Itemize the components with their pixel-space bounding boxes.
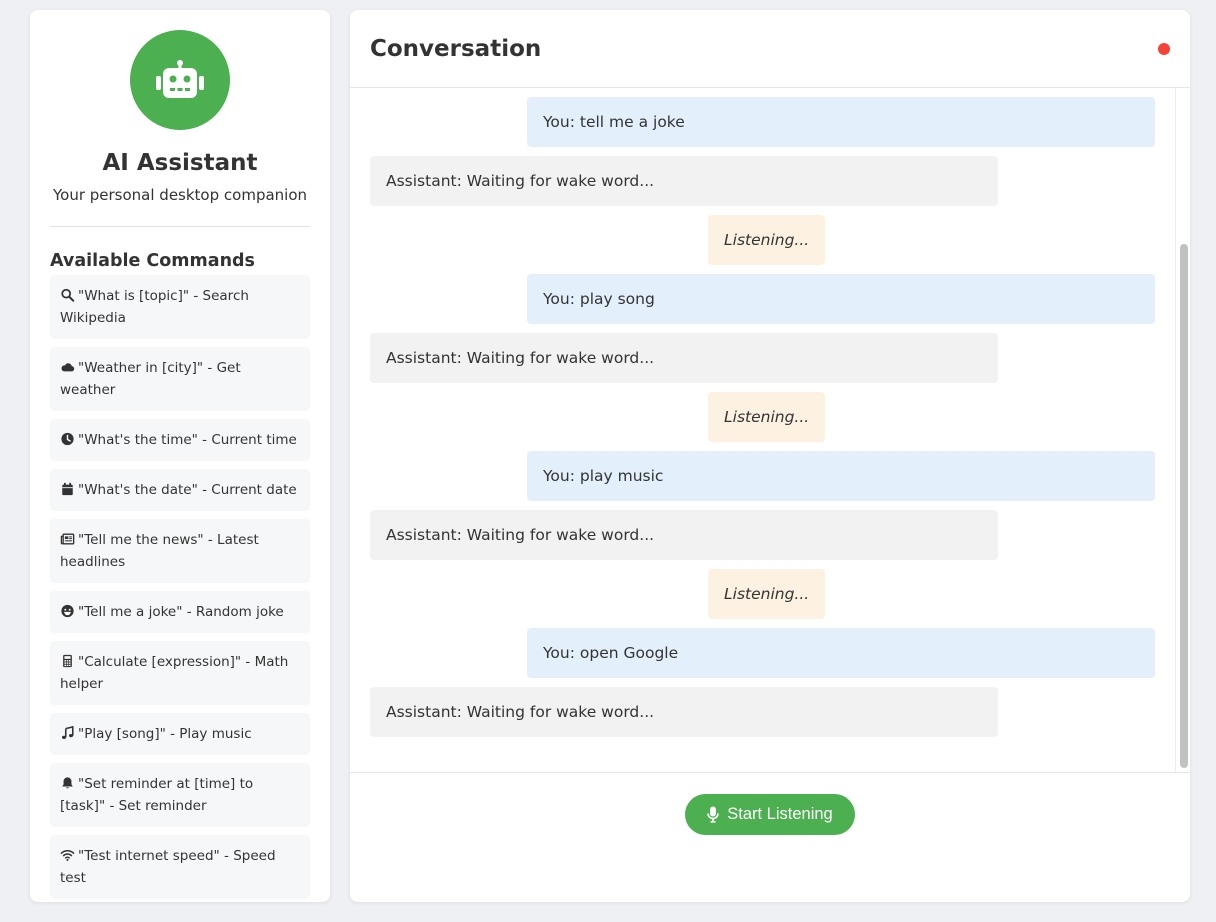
calendar-icon bbox=[60, 482, 75, 496]
chat-scrollbar[interactable] bbox=[1175, 88, 1189, 772]
command-list: "What is [topic]" - Search Wikipedia "We… bbox=[50, 275, 310, 899]
command-text: "Weather in [city]" - Get weather bbox=[60, 360, 241, 398]
wifi-icon bbox=[60, 848, 75, 862]
command-text: "Tell me the news" - Latest headlines bbox=[60, 532, 259, 570]
music-icon bbox=[60, 726, 75, 740]
command-item-weather: "Weather in [city]" - Get weather bbox=[50, 347, 310, 411]
command-item-music: "Play [song]" - Play music bbox=[50, 713, 310, 755]
command-item-speedtest: "Test internet speed" - Speed test bbox=[50, 835, 310, 899]
user-message: You: play music bbox=[527, 451, 1155, 501]
command-text: "What is [topic]" - Search Wikipedia bbox=[60, 288, 249, 326]
command-item-search: "What is [topic]" - Search Wikipedia bbox=[50, 275, 310, 339]
conversation-panel: Conversation You: tell me a joke Assista… bbox=[350, 10, 1190, 902]
command-item-reminder: "Set reminder at [time] to [task]" - Set… bbox=[50, 763, 310, 827]
user-message: You: tell me a joke bbox=[527, 97, 1155, 147]
assistant-message: Assistant: Waiting for wake word... bbox=[370, 156, 998, 206]
user-message: You: open Google bbox=[527, 628, 1155, 678]
calculator-icon bbox=[60, 654, 75, 668]
status-indicator bbox=[1158, 42, 1170, 55]
microphone-icon bbox=[707, 806, 720, 823]
commands-title: Available Commands bbox=[50, 251, 255, 271]
command-text: "What's the time" - Current time bbox=[78, 432, 297, 448]
chat-log[interactable]: You: tell me a joke Assistant: Waiting f… bbox=[350, 88, 1190, 772]
assistant-message: Assistant: Waiting for wake word... bbox=[370, 510, 998, 560]
start-listening-button[interactable]: Start Listening bbox=[685, 794, 855, 835]
command-item-joke: "Tell me a joke" - Random joke bbox=[50, 591, 310, 633]
conversation-footer: Start Listening bbox=[350, 772, 1190, 902]
robot-icon bbox=[156, 60, 204, 98]
command-item-calculate: "Calculate [expression]" - Math helper bbox=[50, 641, 310, 705]
sidebar: AI Assistant Your personal desktop compa… bbox=[30, 10, 330, 902]
newspaper-icon bbox=[60, 532, 75, 546]
conversation-title: Conversation bbox=[370, 35, 542, 62]
command-text: "Test internet speed" - Speed test bbox=[60, 848, 276, 886]
start-listening-label: Start Listening bbox=[727, 805, 833, 823]
assistant-avatar bbox=[130, 30, 230, 130]
search-icon bbox=[60, 288, 75, 302]
status-message: Listening... bbox=[708, 392, 826, 442]
assistant-message: Assistant: Waiting for wake word... bbox=[370, 687, 998, 737]
command-text: "What's the date" - Current date bbox=[78, 482, 297, 498]
status-message: Listening... bbox=[708, 569, 826, 619]
user-message: You: play song bbox=[527, 274, 1155, 324]
command-item-date: "What's the date" - Current date bbox=[50, 469, 310, 511]
assistant-message: Assistant: Waiting for wake word... bbox=[370, 333, 998, 383]
command-text: "Set reminder at [time] to [task]" - Set… bbox=[60, 776, 254, 814]
scrollbar-thumb[interactable] bbox=[1180, 244, 1188, 768]
app-subtitle: Your personal desktop companion bbox=[52, 186, 308, 204]
command-text: "Calculate [expression]" - Math helper bbox=[60, 654, 289, 692]
clock-icon bbox=[60, 432, 75, 446]
command-text: "Play [song]" - Play music bbox=[78, 726, 252, 742]
bell-icon bbox=[60, 776, 75, 790]
conversation-header: Conversation bbox=[350, 10, 1190, 88]
sidebar-divider bbox=[50, 226, 310, 227]
app-title: AI Assistant bbox=[102, 150, 258, 176]
command-text: "Tell me a joke" - Random joke bbox=[78, 604, 284, 620]
cloud-icon bbox=[60, 360, 75, 374]
status-message: Listening... bbox=[708, 215, 826, 265]
command-item-time: "What's the time" - Current time bbox=[50, 419, 310, 461]
smile-icon bbox=[60, 604, 75, 618]
command-item-news: "Tell me the news" - Latest headlines bbox=[50, 519, 310, 583]
